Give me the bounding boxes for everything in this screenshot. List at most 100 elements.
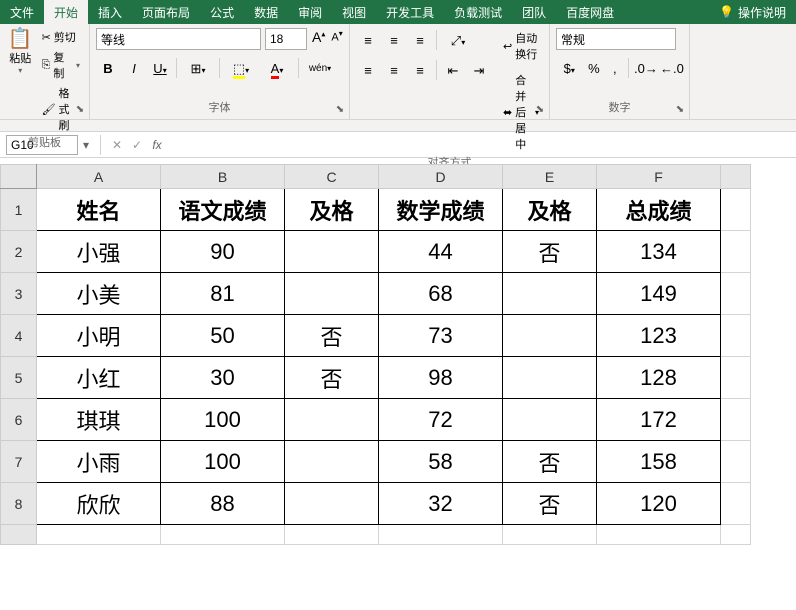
increase-indent-button[interactable]: ⇥	[467, 58, 491, 82]
col-header-D[interactable]: D	[379, 165, 503, 189]
cell-blank[interactable]	[37, 525, 161, 545]
cell-A3[interactable]: 小美	[37, 273, 161, 315]
row-header-5[interactable]: 5	[1, 357, 37, 399]
cell-A5[interactable]: 小红	[37, 357, 161, 399]
cell-B6[interactable]: 100	[161, 399, 285, 441]
cell-E7[interactable]: 否	[503, 441, 597, 483]
tab-insert[interactable]: 插入	[88, 0, 132, 24]
cell-F7[interactable]: 158	[597, 441, 721, 483]
cell-C6[interactable]	[285, 399, 379, 441]
align-center-button[interactable]: ≡	[382, 58, 406, 82]
borders-button[interactable]: ⊞▾	[181, 56, 215, 80]
tab-file[interactable]: 文件	[0, 0, 44, 24]
cell-E1[interactable]: 及格	[503, 189, 597, 231]
cell-F4[interactable]: 123	[597, 315, 721, 357]
number-format-input[interactable]	[556, 28, 676, 50]
accounting-format-button[interactable]: $▾	[556, 56, 583, 80]
cell-F1[interactable]: 总成绩	[597, 189, 721, 231]
decrease-decimal-button[interactable]: ←.0	[659, 56, 683, 80]
tab-view[interactable]: 视图	[332, 0, 376, 24]
cell-A4[interactable]: 小明	[37, 315, 161, 357]
row-header-7[interactable]: 7	[1, 441, 37, 483]
row-header-next[interactable]	[1, 525, 37, 545]
underline-button[interactable]: U▾	[148, 56, 172, 80]
italic-button[interactable]: I	[122, 56, 146, 80]
row-header-4[interactable]: 4	[1, 315, 37, 357]
cell-B2[interactable]: 90	[161, 231, 285, 273]
col-header-C[interactable]: C	[285, 165, 379, 189]
tab-developer[interactable]: 开发工具	[376, 0, 444, 24]
decrease-indent-button[interactable]: ⇤	[441, 58, 465, 82]
enter-button[interactable]: ✓	[127, 138, 147, 152]
align-bottom-button[interactable]: ≡	[408, 28, 432, 52]
cell-C5[interactable]: 否	[285, 357, 379, 399]
cell-B4[interactable]: 50	[161, 315, 285, 357]
cell-B7[interactable]: 100	[161, 441, 285, 483]
cell-E3[interactable]	[503, 273, 597, 315]
align-left-button[interactable]: ≡	[356, 58, 380, 82]
tab-review[interactable]: 审阅	[288, 0, 332, 24]
cell-blank[interactable]	[721, 315, 751, 357]
cell-C8[interactable]	[285, 483, 379, 525]
col-header-F[interactable]: F	[597, 165, 721, 189]
cell-E8[interactable]: 否	[503, 483, 597, 525]
cell-D1[interactable]: 数学成绩	[379, 189, 503, 231]
cell-C4[interactable]: 否	[285, 315, 379, 357]
cell-D6[interactable]: 72	[379, 399, 503, 441]
copy-button[interactable]: ⎘ 复制 ▾	[39, 48, 83, 82]
cell-blank[interactable]	[721, 273, 751, 315]
row-header-8[interactable]: 8	[1, 483, 37, 525]
tab-data[interactable]: 数据	[244, 0, 288, 24]
tab-formulas[interactable]: 公式	[200, 0, 244, 24]
row-header-3[interactable]: 3	[1, 273, 37, 315]
cell-C7[interactable]	[285, 441, 379, 483]
bold-button[interactable]: B	[96, 56, 120, 80]
cell-E4[interactable]	[503, 315, 597, 357]
cell-blank[interactable]	[721, 399, 751, 441]
paste-button[interactable]: 📋 粘贴 ▾	[6, 28, 35, 134]
wrap-text-button[interactable]: ↩ 自动换行	[499, 28, 543, 64]
cell-B1[interactable]: 语文成绩	[161, 189, 285, 231]
cell-blank[interactable]	[503, 525, 597, 545]
cell-D2[interactable]: 44	[379, 231, 503, 273]
cell-F6[interactable]: 172	[597, 399, 721, 441]
tab-load-test[interactable]: 负载测试	[444, 0, 512, 24]
cell-C3[interactable]	[285, 273, 379, 315]
increase-decimal-button[interactable]: .0→	[633, 56, 657, 80]
tab-team[interactable]: 团队	[512, 0, 556, 24]
cell-A1[interactable]: 姓名	[37, 189, 161, 231]
tab-page-layout[interactable]: 页面布局	[132, 0, 200, 24]
cell-B5[interactable]: 30	[161, 357, 285, 399]
cell-F5[interactable]: 128	[597, 357, 721, 399]
cell-blank[interactable]	[721, 441, 751, 483]
cell-D5[interactable]: 98	[379, 357, 503, 399]
align-right-button[interactable]: ≡	[408, 58, 432, 82]
number-dialog-launcher[interactable]: ⬊	[674, 104, 686, 116]
cell-B8[interactable]: 88	[161, 483, 285, 525]
tab-home[interactable]: 开始	[44, 0, 88, 24]
comma-button[interactable]: ,	[605, 56, 624, 80]
row-header-1[interactable]: 1	[1, 189, 37, 231]
alignment-dialog-launcher[interactable]: ⬊	[534, 104, 546, 116]
cell-B3[interactable]: 81	[161, 273, 285, 315]
cell-A7[interactable]: 小雨	[37, 441, 161, 483]
cell-blank[interactable]	[721, 483, 751, 525]
cell-D3[interactable]: 68	[379, 273, 503, 315]
decrease-font-button[interactable]: A▾	[330, 28, 343, 50]
cell-F3[interactable]: 149	[597, 273, 721, 315]
cell-A6[interactable]: 琪琪	[37, 399, 161, 441]
cell-blank[interactable]	[721, 231, 751, 273]
cell-E2[interactable]: 否	[503, 231, 597, 273]
cell-C1[interactable]: 及格	[285, 189, 379, 231]
cell-F2[interactable]: 134	[597, 231, 721, 273]
font-name-input[interactable]	[96, 28, 261, 50]
percent-button[interactable]: %	[585, 56, 604, 80]
select-all-corner[interactable]	[1, 165, 37, 189]
worksheet-grid[interactable]: ABCDEF1姓名语文成绩及格数学成绩及格总成绩2小强9044否1343小美81…	[0, 164, 796, 545]
font-color-button[interactable]: A▾	[260, 56, 294, 80]
cell-blank[interactable]	[285, 525, 379, 545]
col-header-B[interactable]: B	[161, 165, 285, 189]
cell-blank[interactable]	[161, 525, 285, 545]
font-dialog-launcher[interactable]: ⬊	[334, 104, 346, 116]
align-middle-button[interactable]: ≡	[382, 28, 406, 52]
